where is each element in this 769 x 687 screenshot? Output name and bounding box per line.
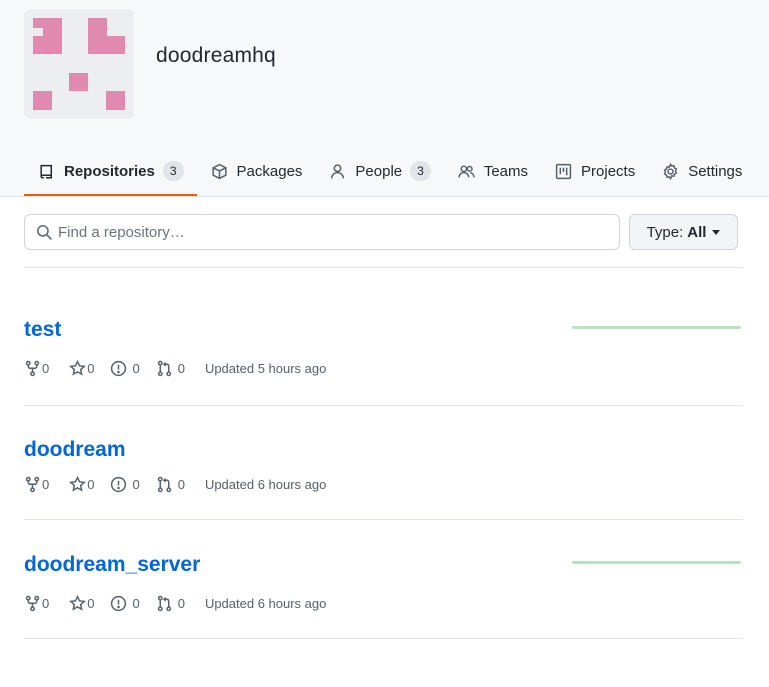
star-icon [69, 359, 87, 376]
org-name: doodreamhq [156, 44, 276, 67]
updated-time: Updated 5 hours ago [204, 360, 327, 376]
repo-count-badge: 3 [162, 161, 184, 181]
activity-sparkline [572, 561, 741, 564]
repo-name-link[interactable]: doodream_server [24, 553, 200, 577]
pulls-count: 0 [177, 476, 185, 492]
stars-count: 0 [87, 476, 95, 492]
issue-icon [111, 360, 127, 376]
package-icon [211, 163, 227, 179]
repo-icon [40, 164, 53, 179]
divider [24, 519, 743, 520]
person-icon [331, 163, 345, 179]
repo-meta: 0 0 0 0 Updated 6 hours ago [24, 594, 326, 612]
fork-icon [25, 595, 40, 611]
stars-count: 0 [87, 595, 95, 611]
forks-count: 0 [42, 360, 50, 376]
updated-time: Updated 6 hours ago [204, 595, 327, 611]
pulls-stat[interactable]: 0 [156, 360, 185, 377]
divider [24, 267, 743, 268]
caret-down-icon [712, 230, 721, 235]
issue-icon [111, 476, 127, 492]
people-icon [458, 164, 475, 177]
people-count-badge: 3 [410, 161, 431, 181]
updated-time: Updated 6 hours ago [204, 476, 327, 492]
star-icon [69, 594, 87, 611]
pull-request-icon [157, 595, 171, 611]
divider [24, 638, 743, 639]
type-filter-value: All [687, 223, 707, 241]
pull-request-icon [157, 476, 171, 492]
repo-name-link[interactable]: test [24, 318, 61, 342]
search-input[interactable] [58, 215, 608, 249]
fork-icon [25, 476, 40, 492]
tab-label: People [355, 162, 403, 180]
pulls-count: 0 [177, 360, 185, 376]
search-icon [36, 224, 53, 241]
tab-teams[interactable]: Teams [444, 148, 541, 196]
repo-meta: 0 0 0 0 Updated 5 hours ago [24, 359, 326, 377]
tab-settings[interactable]: Settings [648, 148, 755, 196]
stars-count: 0 [87, 360, 95, 376]
issue-icon [111, 595, 127, 611]
stars-stat[interactable]: 0 [65, 359, 95, 377]
issues-count: 0 [132, 360, 140, 376]
repo-name-link[interactable]: doodream [24, 438, 126, 462]
org-nav: Repositories 3 Packages People 3 Teams P… [24, 148, 755, 197]
pulls-count: 0 [177, 595, 185, 611]
project-icon [555, 163, 572, 179]
type-filter-prefix: Type: [646, 223, 684, 241]
org-avatar[interactable] [24, 9, 134, 119]
tab-label: Teams [483, 162, 529, 180]
tab-label: Repositories [64, 162, 155, 180]
tab-label: Projects [581, 162, 636, 180]
fork-icon [25, 360, 40, 376]
tab-label: Settings [688, 162, 743, 180]
stars-stat[interactable]: 0 [65, 475, 95, 493]
star-icon [69, 475, 87, 492]
repo-search [24, 214, 620, 250]
tab-label: Packages [236, 162, 303, 180]
forks-stat[interactable]: 0 [24, 595, 49, 612]
issues-count: 0 [132, 595, 140, 611]
issues-count: 0 [132, 476, 140, 492]
pulls-stat[interactable]: 0 [156, 476, 185, 493]
divider [24, 405, 743, 406]
tab-packages[interactable]: Packages [197, 148, 316, 196]
issues-stat[interactable]: 0 [110, 476, 140, 493]
type-filter-button[interactable]: Type: All [629, 214, 738, 250]
tab-projects[interactable]: Projects [541, 148, 648, 196]
stars-stat[interactable]: 0 [65, 594, 95, 612]
gear-icon [663, 162, 678, 180]
pull-request-icon [157, 360, 171, 376]
tab-repositories[interactable]: Repositories 3 [24, 148, 197, 196]
pulls-stat[interactable]: 0 [156, 595, 185, 612]
forks-stat[interactable]: 0 [24, 476, 49, 493]
issues-stat[interactable]: 0 [110, 360, 140, 377]
forks-count: 0 [42, 476, 50, 492]
issues-stat[interactable]: 0 [110, 595, 140, 612]
activity-sparkline [572, 326, 741, 329]
tab-people[interactable]: People 3 [315, 148, 443, 196]
repo-meta: 0 0 0 0 Updated 6 hours ago [24, 475, 326, 493]
forks-count: 0 [42, 595, 50, 611]
forks-stat[interactable]: 0 [24, 360, 49, 377]
